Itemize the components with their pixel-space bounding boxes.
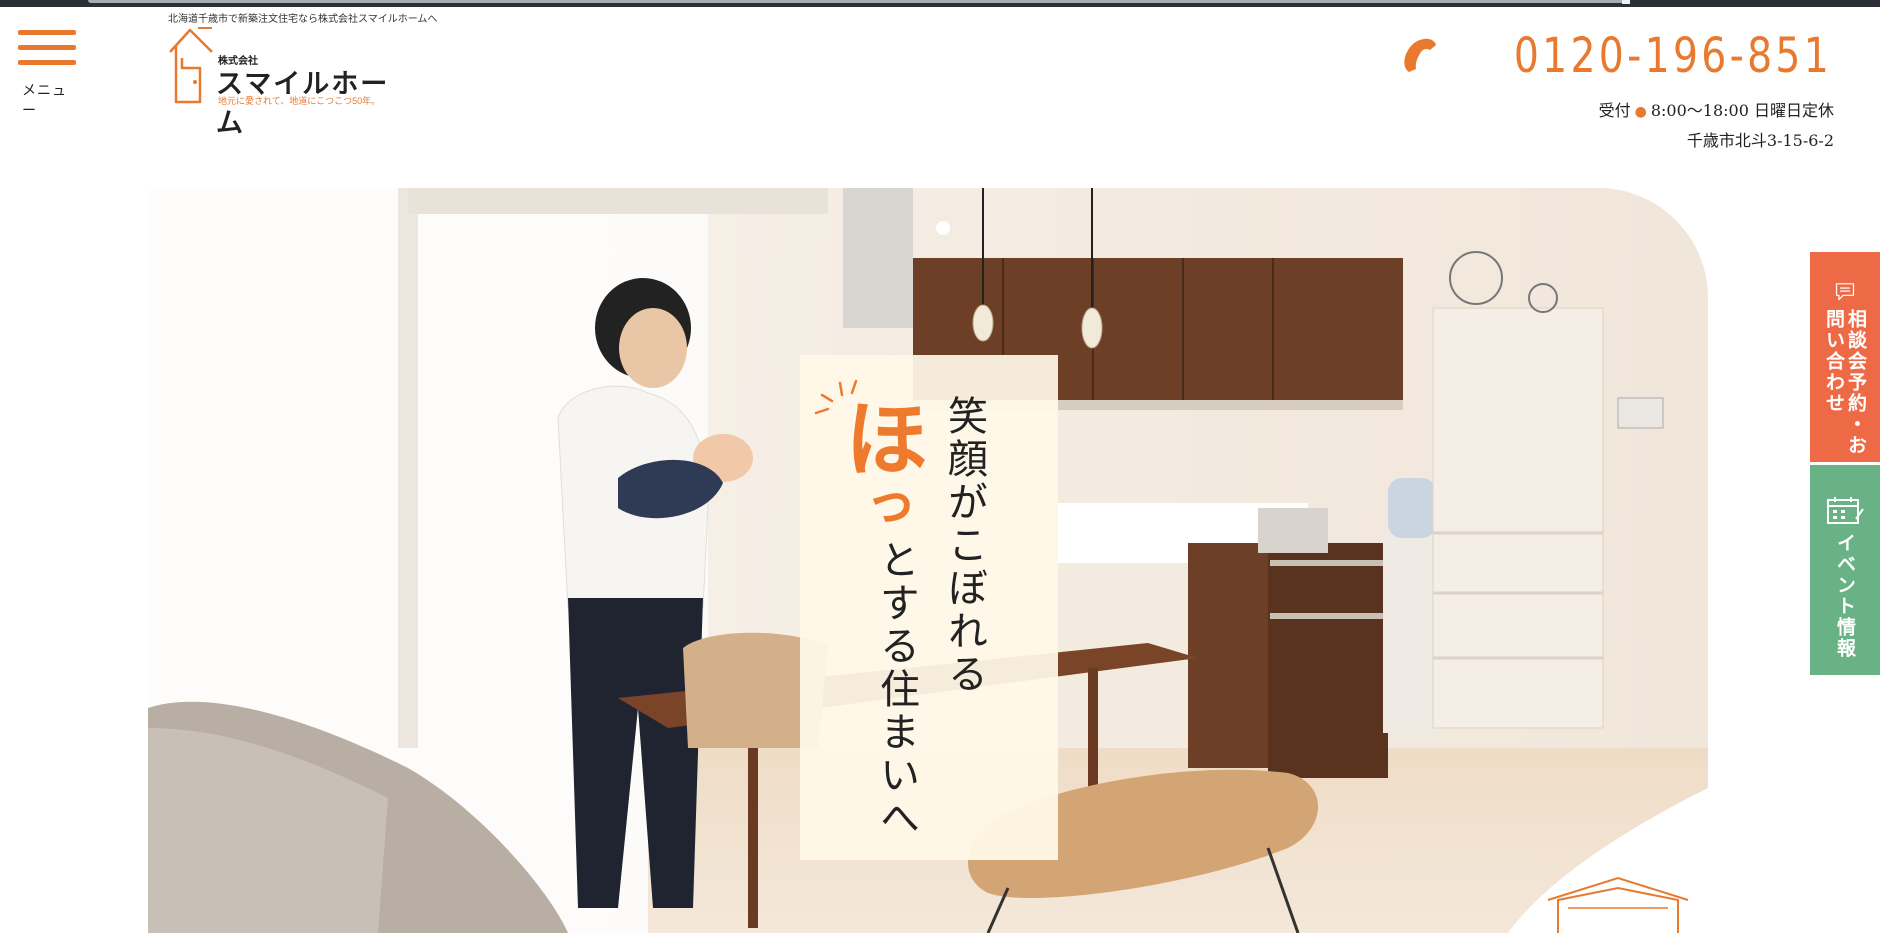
hours-label: 受付	[1598, 101, 1631, 120]
catchcopy-accent-tsu: っ	[849, 479, 912, 533]
event-info-label: イベント情報	[1834, 533, 1856, 659]
chat-bubble-icon	[1835, 283, 1855, 301]
catchcopy-accent-ho: ほ	[831, 395, 929, 479]
phone-icon	[1404, 38, 1436, 72]
consult-contact-label: 相談会予約・お問い合わせ	[1823, 309, 1867, 457]
hamburger-icon	[18, 30, 76, 35]
phone-number: 0120-196-851	[1513, 28, 1832, 84]
company-slogan: 地元に愛されて、地道にこつこつ50年。	[218, 96, 381, 106]
site-tagline: 北海道千歳市で新築注文住宅なら株式会社スマイルホームへ	[168, 14, 438, 25]
phone-link[interactable]: 0120-196-851	[1402, 26, 1832, 86]
catchcopy-line1: 笑顔がこぼれる	[941, 395, 987, 696]
browser-top-bar	[0, 0, 1880, 7]
hamburger-icon-bar	[18, 45, 76, 50]
address: 千歳市北斗3-15-6-2	[1686, 131, 1834, 150]
catchcopy-line2: とする住まいへ	[873, 539, 919, 840]
catchcopy-accent: ほっ	[831, 395, 929, 533]
event-info-tab[interactable]: イベント情報	[1810, 465, 1880, 675]
company-logo[interactable]: 株式会社 スマイルホーム 地元に愛されて、地道にこつこつ50年。	[168, 24, 408, 138]
browser-tab-strip	[88, 0, 1628, 3]
hero-catchcopy: ほっ 笑顔がこぼれる とする住まいへ	[800, 355, 1058, 860]
house-icon	[169, 27, 213, 104]
hours-value: 8:00〜18:00 日曜日定休	[1650, 101, 1834, 120]
business-hours: 受付 ● 8:00〜18:00 日曜日定休	[1599, 97, 1834, 121]
menu-button[interactable]: メニュー	[18, 30, 80, 118]
consult-contact-tab[interactable]: 相談会予約・お問い合わせ	[1810, 252, 1880, 462]
calendar-icon	[1827, 497, 1864, 524]
menu-label: メニュー	[22, 82, 67, 118]
hamburger-icon-bar	[18, 60, 76, 65]
hours-dot-icon: ●	[1634, 104, 1647, 120]
browser-indicator	[1622, 0, 1630, 4]
